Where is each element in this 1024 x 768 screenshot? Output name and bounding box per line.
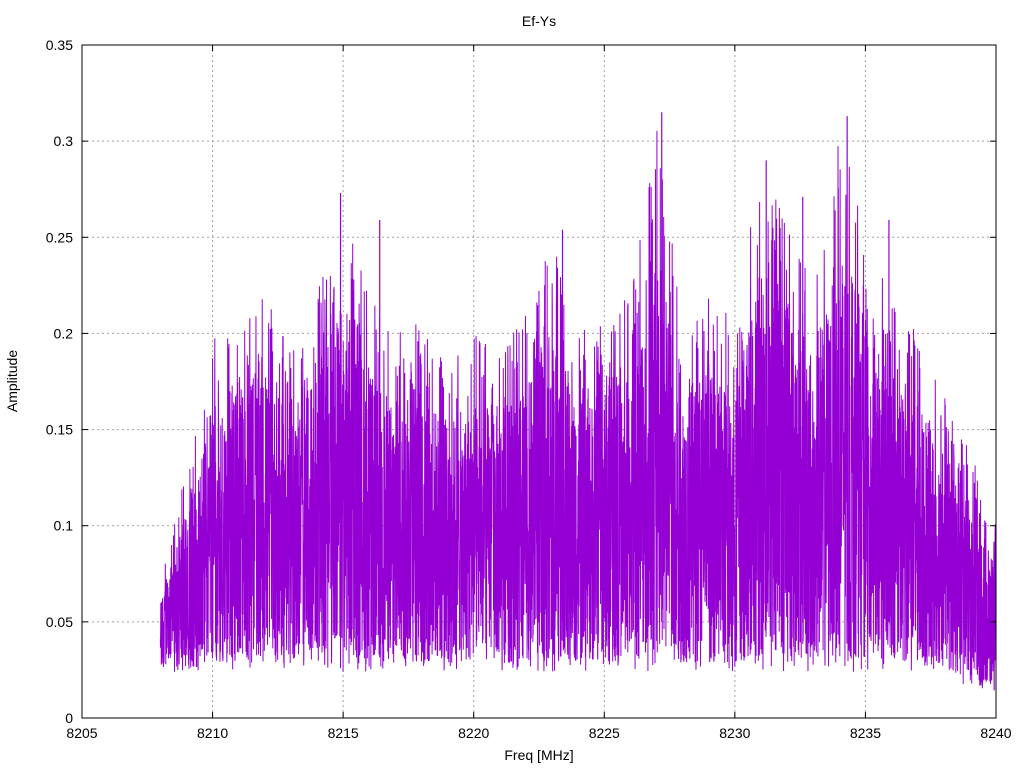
x-axis-label: Freq [MHz] [504, 747, 573, 763]
y-tick-label: 0.3 [54, 133, 74, 149]
y-axis-label: Amplitude [4, 350, 20, 412]
x-tick-label: 8240 [980, 725, 1011, 741]
spectrum-trace [159, 130, 997, 691]
x-tick-label: 8235 [850, 725, 881, 741]
plot-area [159, 112, 997, 691]
chart-title: Ef-Ys [522, 13, 556, 29]
y-tick-label: 0.2 [54, 325, 74, 341]
x-tick-label: 8230 [719, 725, 750, 741]
y-tick-label: 0.1 [54, 518, 74, 534]
y-tick-label: 0.05 [46, 614, 73, 630]
y-tick-label: 0 [65, 710, 73, 726]
x-tick-label: 8205 [66, 725, 97, 741]
y-tick-label: 0.35 [46, 37, 73, 53]
spectrum-chart: Ef-Ys 8205 8210 8215 8220 8225 8230 8235 8240 0 0… [4, 13, 1012, 763]
x-tick-label: 8220 [458, 725, 489, 741]
y-tick-label: 0.15 [46, 422, 73, 438]
x-tick-label: 8215 [328, 725, 359, 741]
x-tick-label: 8210 [197, 725, 228, 741]
x-tick-label: 8225 [589, 725, 620, 741]
y-tick-label: 0.25 [46, 229, 73, 245]
